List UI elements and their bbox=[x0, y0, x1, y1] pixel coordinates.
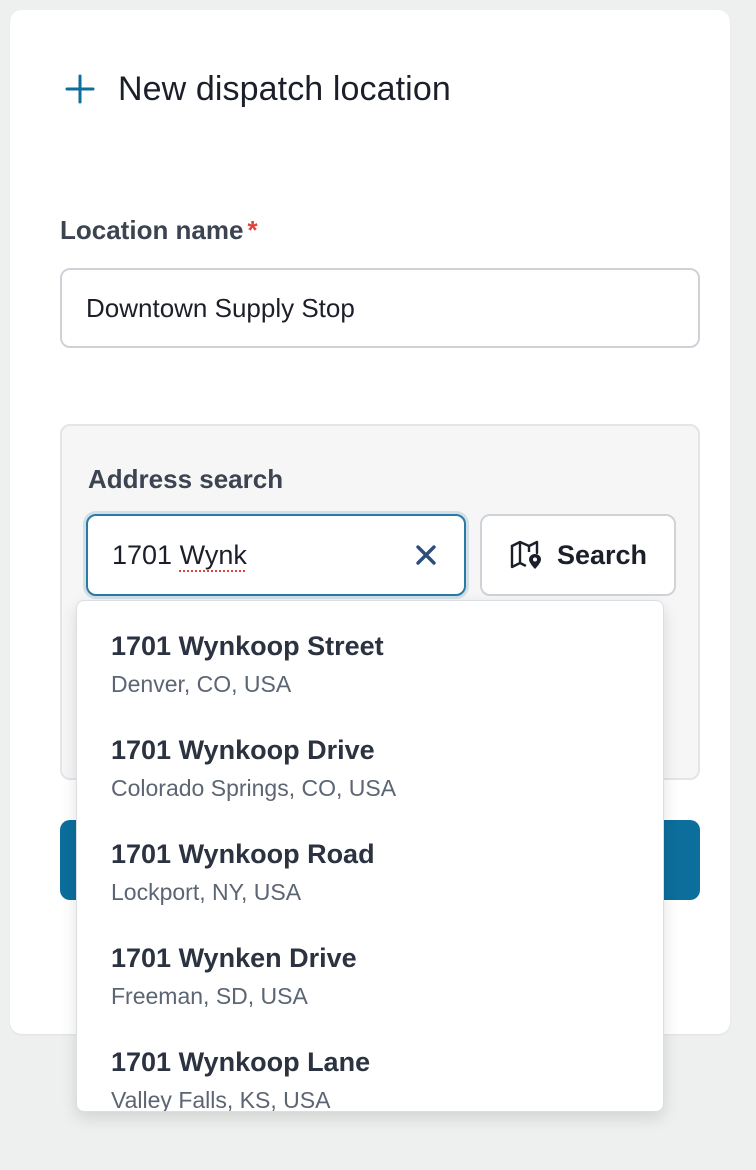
suggestion-title: 1701 Wynkoop Street bbox=[111, 631, 384, 661]
address-search-input[interactable]: 1701 Wynk bbox=[86, 514, 466, 596]
suggestion-title: 1701 Wynkoop Drive bbox=[111, 735, 375, 765]
suggestion-subtitle: Colorado Springs, CO, USA bbox=[111, 775, 397, 801]
location-name-label: Location name * bbox=[60, 215, 258, 246]
suggestion-item[interactable]: 1701 Wynkoop Street Denver, CO, USA bbox=[77, 601, 663, 705]
location-name-label-text: Location name bbox=[60, 215, 244, 245]
map-pin-icon bbox=[510, 540, 541, 569]
address-search-label: Address search bbox=[88, 464, 284, 494]
address-search-query: 1701 Wynk bbox=[112, 516, 247, 594]
plus-icon bbox=[65, 74, 95, 104]
page-title: New dispatch location bbox=[118, 69, 451, 108]
search-button[interactable]: Search bbox=[480, 514, 676, 596]
suggestion-subtitle: Denver, CO, USA bbox=[111, 671, 292, 697]
suggestion-subtitle: Lockport, NY, USA bbox=[111, 879, 302, 905]
suggestion-subtitle: Freeman, SD, USA bbox=[111, 983, 308, 1009]
suggestion-title: 1701 Wynkoop Road bbox=[111, 839, 375, 869]
query-prefix: 1701 bbox=[112, 540, 180, 570]
address-suggestions-dropdown: 1701 Wynkoop Street Denver, CO, USA 1701… bbox=[76, 600, 664, 1112]
suggestion-title: 1701 Wynkoop Lane bbox=[111, 1047, 371, 1077]
card-header: New dispatch location bbox=[64, 66, 451, 112]
search-button-label: Search bbox=[556, 539, 648, 570]
suggestion-subtitle: Valley Falls, KS, USA bbox=[111, 1087, 331, 1112]
close-icon[interactable] bbox=[414, 543, 438, 567]
suggestion-title: 1701 Wynken Drive bbox=[111, 943, 357, 973]
required-mark: * bbox=[247, 215, 258, 245]
query-misspelled-word: Wynk bbox=[179, 540, 247, 570]
suggestion-item[interactable]: 1701 Wynkoop Drive Colorado Springs, CO,… bbox=[77, 705, 663, 809]
suggestion-item[interactable]: 1701 Wynkoop Lane Valley Falls, KS, USA bbox=[77, 1017, 663, 1112]
suggestion-item[interactable]: 1701 Wynkoop Road Lockport, NY, USA bbox=[77, 809, 663, 913]
location-name-input[interactable] bbox=[60, 268, 700, 348]
suggestion-item[interactable]: 1701 Wynken Drive Freeman, SD, USA bbox=[77, 913, 663, 1017]
